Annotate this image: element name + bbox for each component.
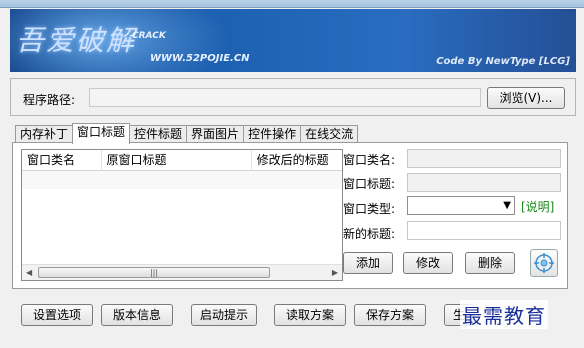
title-bar [0, 0, 584, 8]
read-scheme-button[interactable]: 读取方案 [274, 304, 346, 326]
new-title-field[interactable] [407, 221, 561, 240]
tab-window-title[interactable]: 窗口标题 [72, 123, 131, 144]
horizontal-scrollbar[interactable]: ◀ ||| ▶ [22, 264, 342, 280]
watermark: 最需教育 [460, 300, 548, 329]
logo-crack-text: CRACK [132, 31, 166, 41]
window-type-label: 窗口类型: [343, 202, 396, 216]
startup-tip-button[interactable]: 启动提示 [191, 304, 257, 326]
column-class-name[interactable]: 窗口类名 [22, 150, 102, 170]
save-scheme-button[interactable]: 保存方案 [354, 304, 426, 326]
tab-interface-image[interactable]: 界面图片 [186, 125, 245, 143]
list-header: 窗口类名 原窗口标题 修改后的标题 [22, 150, 342, 171]
column-original-title[interactable]: 原窗口标题 [102, 150, 252, 170]
list-cell [22, 171, 102, 189]
program-path-label: 程序路径: [23, 93, 76, 107]
list-cell [102, 171, 252, 189]
window-title-panel: 窗口类名 原窗口标题 修改后的标题 ◀ ||| ▶ 窗口类名: 窗口标题: 窗口… [12, 142, 568, 289]
tab-bar: 内存补丁 窗口标题 控件标题 界面图片 控件操作 在线交流 [15, 123, 359, 144]
title-list[interactable]: 窗口类名 原窗口标题 修改后的标题 ◀ ||| ▶ [21, 149, 343, 281]
program-path-field[interactable] [89, 88, 481, 107]
browse-button[interactable]: 浏览(V)... [487, 87, 565, 109]
window-picker-button[interactable] [530, 249, 558, 277]
tab-control-operation[interactable]: 控件操作 [243, 125, 302, 143]
version-info-button[interactable]: 版本信息 [101, 304, 173, 326]
class-name-field[interactable] [407, 149, 561, 168]
add-button[interactable]: 添加 [343, 252, 393, 274]
window-title-field[interactable] [407, 173, 561, 192]
scroll-right-icon[interactable]: ▶ [332, 268, 338, 277]
program-path-row: 程序路径: 浏览(V)... [10, 78, 576, 116]
logo: 吾爱破解 [16, 24, 137, 57]
settings-button[interactable]: 设置选项 [21, 304, 93, 326]
help-link[interactable]: [说明] [521, 198, 554, 215]
site-url: WWW.52POJIE.CN [150, 53, 250, 64]
scroll-left-icon[interactable]: ◀ [26, 268, 32, 277]
window-title-label: 窗口标题: [343, 177, 396, 191]
new-title-label: 新的标题: [343, 227, 396, 241]
tab-memory-patch[interactable]: 内存补丁 [15, 125, 74, 143]
crosshair-icon [534, 253, 554, 273]
banner: 吾爱破解 CRACK WWW.52POJIE.CN Code By NewTyp… [10, 9, 576, 72]
list-cell [252, 171, 342, 189]
tab-control-title[interactable]: 控件标题 [129, 125, 188, 143]
modify-button[interactable]: 修改 [403, 252, 453, 274]
list-item[interactable] [22, 171, 342, 189]
author-credit: Code By NewType [LCG] [436, 56, 570, 67]
scroll-thumb[interactable]: ||| [38, 267, 270, 278]
window-type-select[interactable]: ▼ [407, 196, 515, 215]
delete-button[interactable]: 删除 [465, 252, 515, 274]
tab-online-chat[interactable]: 在线交流 [300, 125, 359, 143]
column-modified-title[interactable]: 修改后的标题 [252, 150, 342, 170]
class-name-label: 窗口类名: [343, 153, 396, 167]
chevron-down-icon: ▼ [503, 200, 511, 211]
